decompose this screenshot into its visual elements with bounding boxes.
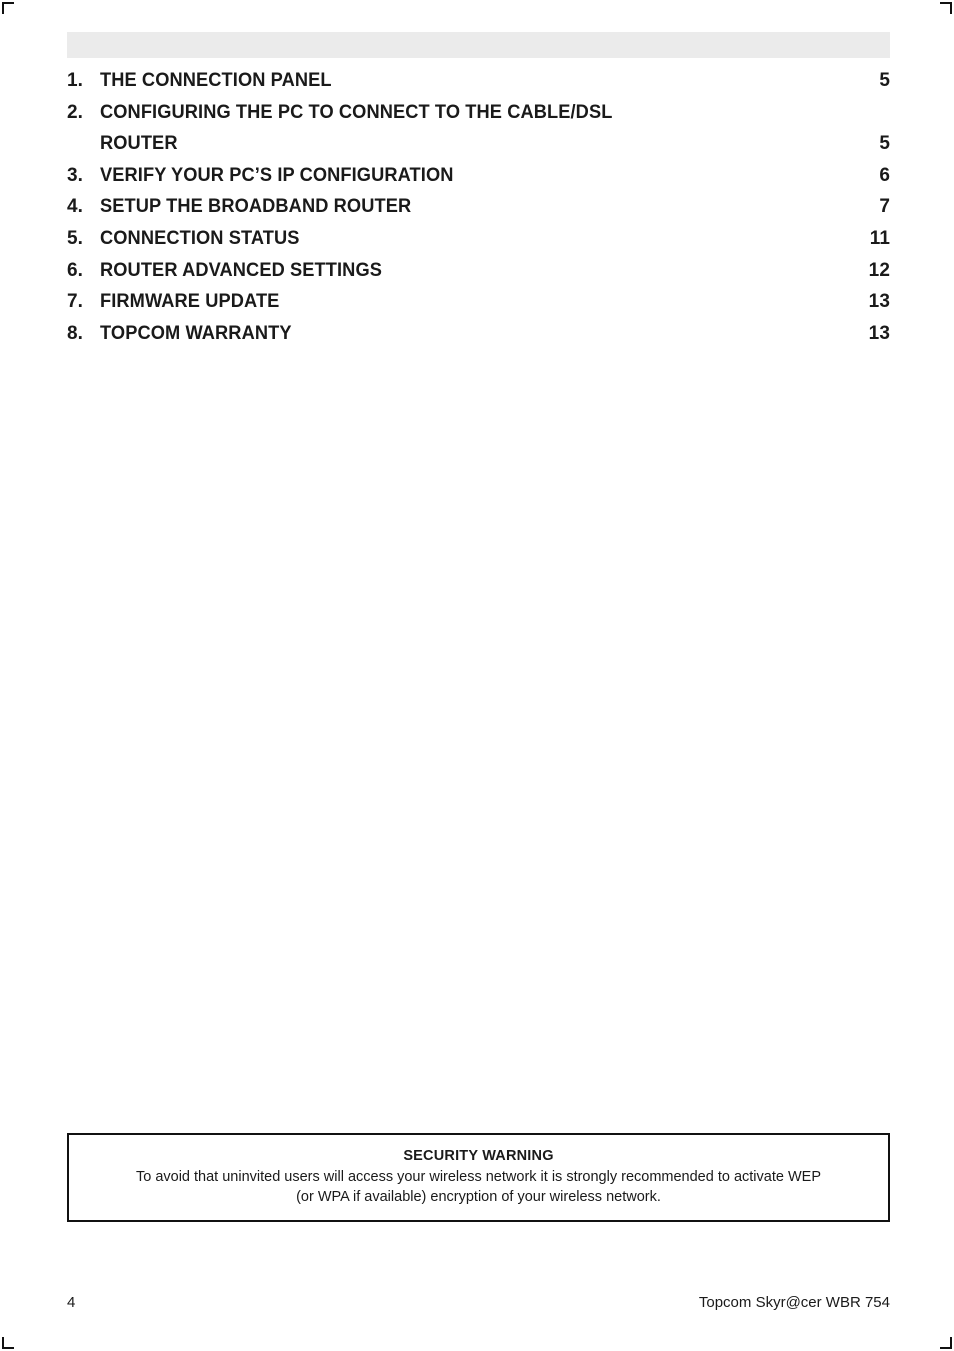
toc-entry-number: 8. <box>67 322 84 344</box>
page-footer: 4 Topcom Skyr@cer WBR 754 <box>67 1294 890 1311</box>
toc-entry-page: 12 <box>868 259 890 281</box>
security-warning-box: SECURITY WARNING To avoid that uninvited… <box>67 1133 890 1222</box>
toc-entry-title: THE CONNECTION PANEL <box>100 70 332 91</box>
toc-entry-title-continued: ROUTER <box>100 133 178 155</box>
toc-entry-title: TOPCOM WARRANTY <box>100 322 292 344</box>
toc-entry-number: 2. <box>67 101 84 123</box>
toc-entry-title: CONFIGURING THE PC TO CONNECT TO THE CAB… <box>100 101 613 123</box>
toc-entry-2[interactable]: 2. CONFIGURING THE PC TO CONNECT TO THE … <box>67 102 890 134</box>
crop-mark-bottom-right <box>940 1337 952 1349</box>
toc-entry-5[interactable]: 5. CONNECTION STATUS 11 <box>67 228 890 260</box>
table-of-contents: 1. THE CONNECTION PANEL 5 2. CONFIGURING… <box>67 70 890 354</box>
crop-mark-top-right <box>940 2 952 14</box>
toc-entry-title: SETUP THE BROADBAND ROUTER <box>100 196 412 218</box>
toc-entry-page: 7 <box>879 196 890 218</box>
security-warning-title: SECURITY WARNING <box>403 1148 554 1164</box>
toc-entry-number: 7. <box>67 291 84 313</box>
toc-entry-7[interactable]: 7. FIRMWARE UPDATE 13 <box>67 291 890 323</box>
toc-entry-4[interactable]: 4. SETUP THE BROADBAND ROUTER 7 <box>67 196 890 228</box>
crop-mark-bottom-left <box>2 1337 14 1349</box>
toc-entry-title: VERIFY YOUR PC’S IP CONFIGURATION <box>100 164 454 186</box>
toc-entry-number: 1. <box>67 70 84 91</box>
toc-entry-page: 5 <box>879 133 890 155</box>
toc-entry-title: ROUTER ADVANCED SETTINGS <box>100 259 382 281</box>
toc-entry-6[interactable]: 6. ROUTER ADVANCED SETTINGS 12 <box>67 260 890 292</box>
toc-entry-number: 6. <box>67 259 84 281</box>
footer-page-number: 4 <box>67 1294 76 1311</box>
header-band <box>67 32 890 58</box>
toc-entry-page: 13 <box>868 322 890 344</box>
toc-entry-3[interactable]: 3. VERIFY YOUR PC’S IP CONFIGURATION 6 <box>67 165 890 197</box>
toc-entry-page: 13 <box>868 291 890 313</box>
page-content-frame: 1. THE CONNECTION PANEL 5 2. CONFIGURING… <box>67 0 890 1351</box>
toc-entry-page: 5 <box>879 70 890 91</box>
toc-entry-1[interactable]: 1. THE CONNECTION PANEL 5 <box>67 70 890 102</box>
security-warning-text: To avoid that uninvited users will acces… <box>135 1169 821 1205</box>
footer-product-name: Topcom Skyr@cer WBR 754 <box>698 1294 890 1311</box>
toc-entry-number: 5. <box>67 227 84 249</box>
toc-entry-page: 11 <box>869 227 890 249</box>
crop-mark-top-left <box>2 2 14 14</box>
toc-entry-number: 4. <box>67 196 84 218</box>
toc-entry-8[interactable]: 8. TOPCOM WARRANTY 13 <box>67 323 890 355</box>
toc-entry-title: FIRMWARE UPDATE <box>100 291 280 313</box>
toc-entry-title: CONNECTION STATUS <box>100 227 300 249</box>
toc-entry-2-continuation[interactable]: ROUTER 5 <box>67 133 890 165</box>
toc-entry-number: 3. <box>67 164 84 186</box>
toc-entry-page: 6 <box>879 164 890 186</box>
